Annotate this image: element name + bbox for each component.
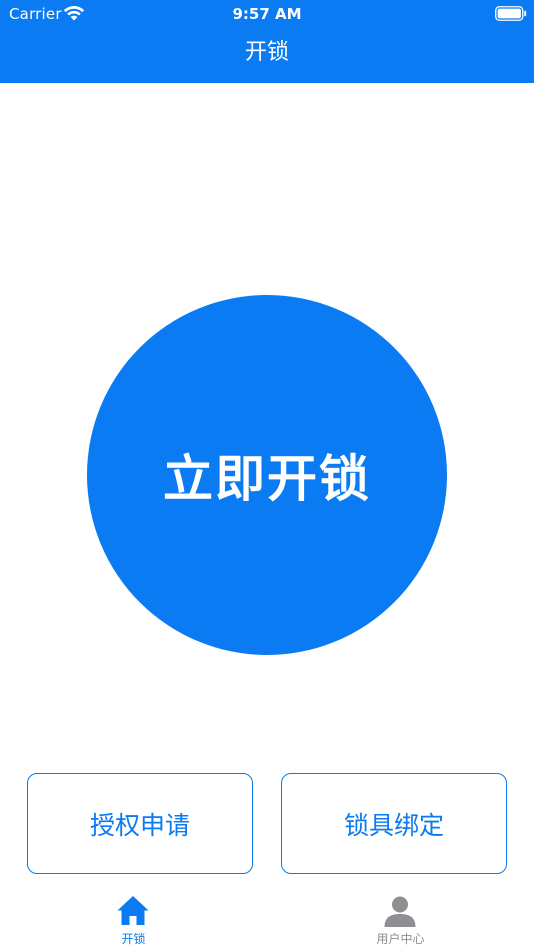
page-title: 开锁 bbox=[244, 40, 289, 65]
lock-bind-label: 锁具绑定 bbox=[343, 810, 444, 840]
tab-user-center-label: 用户中心 bbox=[376, 932, 425, 946]
battery-icon bbox=[495, 6, 527, 21]
tab-user-center[interactable]: 用户中心 bbox=[267, 885, 534, 950]
lock-bind-button[interactable]: 锁具绑定 bbox=[281, 773, 507, 874]
tab-bar: 开锁 用户中心 bbox=[0, 885, 534, 950]
user-icon bbox=[384, 896, 416, 927]
authorize-request-label: 授权申请 bbox=[89, 810, 190, 840]
tab-unlock[interactable]: 开锁 bbox=[0, 885, 267, 950]
nav-header: Carrier 9:57 AM 开锁 bbox=[0, 0, 534, 83]
status-time: 9:57 AM bbox=[232, 5, 302, 23]
home-icon bbox=[117, 896, 149, 925]
unlock-now-button[interactable]: 立即开锁 bbox=[87, 295, 447, 655]
authorize-request-button[interactable]: 授权申请 bbox=[27, 773, 253, 874]
status-bar: Carrier 9:57 AM bbox=[0, 0, 534, 28]
tab-unlock-label: 开锁 bbox=[121, 932, 146, 946]
unlock-now-label: 立即开锁 bbox=[163, 450, 371, 508]
